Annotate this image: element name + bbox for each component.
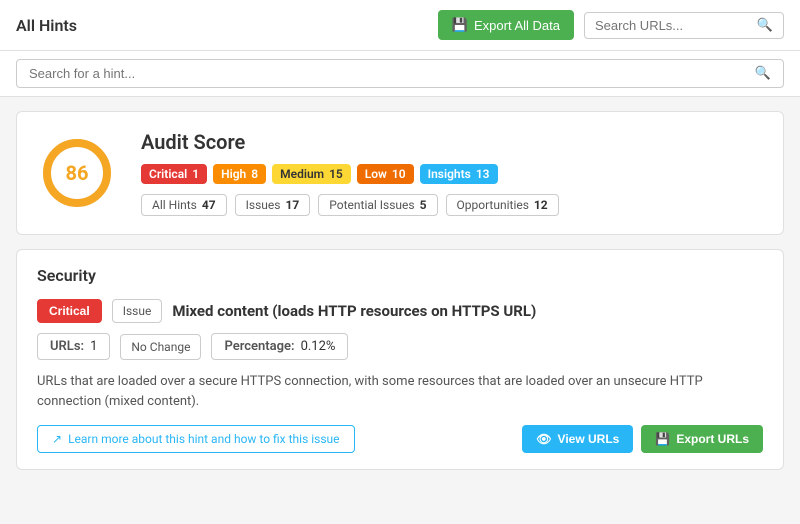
audit-info: Audit Score Critical 1 High 8 Medium 15 …	[141, 130, 763, 216]
audit-donut: 86	[37, 133, 117, 213]
export-urls-label: Export URLs	[676, 432, 749, 446]
url-search-input[interactable]	[595, 18, 757, 33]
hint-search-wrap: 🔍	[16, 59, 784, 88]
filter-opportunities[interactable]: Opportunities 12	[446, 194, 559, 216]
view-urls-button[interactable]: 👁 View URLs	[522, 425, 633, 453]
issue-header: Critical Issue Mixed content (loads HTTP…	[37, 299, 763, 323]
badge-critical[interactable]: Critical 1	[141, 164, 207, 184]
floppy-icon: 💾	[452, 17, 468, 33]
filter-all-hints-label: All Hints	[152, 198, 197, 212]
action-buttons: 👁 View URLs 💾 Export URLs	[522, 425, 763, 453]
top-bar: All Hints 💾 Export All Data 🔍	[0, 0, 800, 51]
filter-all-hints[interactable]: All Hints 47	[141, 194, 227, 216]
audit-score-value: 86	[66, 161, 89, 185]
filter-all-hints-count: 47	[202, 198, 216, 212]
badge-low-count: 10	[392, 167, 406, 181]
badge-critical-count: 1	[192, 167, 199, 181]
main-content: 86 Audit Score Critical 1 High 8 Medium …	[0, 97, 800, 484]
link-icon: ↗	[52, 432, 62, 446]
hint-search-bar: 🔍	[0, 51, 800, 97]
security-card: Security Critical Issue Mixed content (l…	[16, 249, 784, 470]
export-all-button[interactable]: 💾 Export All Data	[438, 10, 574, 40]
percentage-value: 0.12%	[301, 339, 336, 354]
issue-actions: ↗ Learn more about this hint and how to …	[37, 425, 763, 453]
url-search-bar: 🔍	[584, 12, 784, 39]
filter-issues[interactable]: Issues 17	[235, 194, 311, 216]
audit-title: Audit Score	[141, 130, 763, 154]
urls-label: URLs:	[50, 339, 84, 354]
export-urls-button[interactable]: 💾 Export URLs	[641, 425, 763, 453]
issue-type-label: Issue	[112, 299, 163, 323]
filter-opportunities-count: 12	[534, 198, 548, 212]
issue-description: URLs that are loaded over a secure HTTPS…	[37, 372, 763, 411]
view-urls-label: View URLs	[558, 432, 620, 446]
filter-opportunities-label: Opportunities	[457, 198, 529, 212]
filter-issues-count: 17	[285, 198, 299, 212]
audit-card: 86 Audit Score Critical 1 High 8 Medium …	[16, 111, 784, 235]
security-title: Security	[37, 266, 763, 285]
learn-more-label: Learn more about this hint and how to fi…	[68, 432, 339, 446]
filter-issues-label: Issues	[246, 198, 281, 212]
badge-insights[interactable]: Insights 13	[420, 164, 498, 184]
badge-insights-count: 13	[476, 167, 490, 181]
search-icon: 🔍	[757, 18, 773, 33]
badges-row: Critical 1 High 8 Medium 15 Low 10 Insig…	[141, 164, 763, 184]
export-all-label: Export All Data	[474, 18, 560, 33]
filter-potential-issues[interactable]: Potential Issues 5	[318, 194, 437, 216]
urls-meta-box: URLs: 1	[37, 333, 110, 360]
learn-more-button[interactable]: ↗ Learn more about this hint and how to …	[37, 425, 355, 453]
issue-title: Mixed content (loads HTTP resources on H…	[172, 302, 536, 320]
badge-medium-count: 15	[329, 167, 343, 181]
hint-search-icon: 🔍	[755, 66, 771, 81]
filter-row: All Hints 47 Issues 17 Potential Issues …	[141, 194, 763, 216]
badge-medium-label: Medium	[280, 167, 324, 181]
badge-critical-label: Critical	[149, 167, 187, 181]
no-change-tag: No Change	[120, 334, 201, 360]
badge-medium[interactable]: Medium 15	[272, 164, 351, 184]
issue-meta: URLs: 1 No Change Percentage: 0.12%	[37, 333, 763, 360]
percentage-label: Percentage:	[224, 339, 294, 354]
critical-severity-button[interactable]: Critical	[37, 299, 102, 323]
badge-high-label: High	[221, 167, 246, 181]
badge-insights-label: Insights	[428, 167, 471, 181]
badge-low[interactable]: Low 10	[357, 164, 414, 184]
filter-potential-issues-count: 5	[420, 198, 427, 212]
badge-low-label: Low	[365, 167, 387, 181]
page-title: All Hints	[16, 16, 77, 35]
urls-count: 1	[90, 339, 97, 354]
hint-search-input[interactable]	[29, 66, 755, 81]
export-icon: 💾	[655, 432, 670, 446]
filter-potential-issues-label: Potential Issues	[329, 198, 414, 212]
badge-high-count: 8	[251, 167, 258, 181]
eye-icon: 👁	[536, 432, 551, 446]
top-bar-right: 💾 Export All Data 🔍	[438, 10, 784, 40]
badge-high[interactable]: High 8	[213, 164, 266, 184]
percentage-meta-box: Percentage: 0.12%	[211, 333, 348, 360]
